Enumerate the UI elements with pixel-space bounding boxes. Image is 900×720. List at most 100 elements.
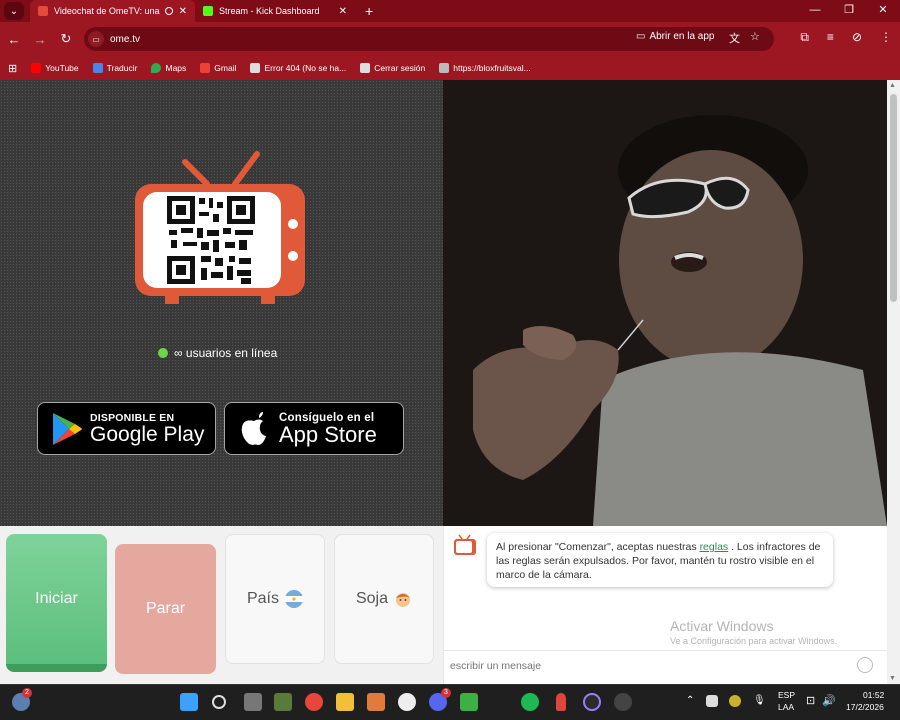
- youtube-icon: [31, 63, 42, 73]
- bookmark-logout[interactable]: Cerrar sesión: [360, 63, 425, 73]
- open-in-app-label: Abrir en la app: [649, 31, 715, 42]
- apps-grid-icon[interactable]: ⊞: [8, 62, 17, 75]
- bookmark-maps[interactable]: Maps: [151, 63, 186, 73]
- tray-app-icon[interactable]: [706, 695, 718, 707]
- country-label: País: [246, 590, 279, 607]
- bookmark-youtube[interactable]: YouTube: [31, 63, 79, 73]
- translate-icon: [92, 63, 103, 73]
- google-play-big: Google Play: [90, 422, 205, 446]
- tab-search-chevron-icon[interactable]: ⌄: [4, 2, 24, 20]
- translate-icon[interactable]: 文: [729, 30, 740, 46]
- site-info-icon[interactable]: ▭: [88, 31, 104, 47]
- clock-time[interactable]: 01:52: [863, 690, 884, 700]
- online-dot-icon: [158, 348, 168, 358]
- open-in-app-button[interactable]: ▭ Abrir en la app: [636, 31, 715, 42]
- restore-icon[interactable]: ❐: [832, 0, 866, 22]
- bookmark-label: https://bloxfruitsval...: [453, 63, 531, 73]
- omnibox-actions: 文 ☆: [729, 30, 760, 46]
- close-window-icon[interactable]: ✕: [866, 0, 900, 22]
- boy-emoji-icon: [396, 593, 411, 607]
- country-filter-button[interactable]: País: [225, 534, 325, 664]
- spotify-icon[interactable]: [521, 693, 539, 711]
- tray-app2-icon[interactable]: [729, 695, 741, 707]
- language-indicator-2[interactable]: LAA: [778, 702, 794, 712]
- search-icon[interactable]: [212, 695, 226, 709]
- close-tab-icon[interactable]: ✕: [179, 6, 187, 17]
- bookmark-star-icon[interactable]: ☆: [750, 30, 760, 46]
- obs-icon[interactable]: [583, 693, 601, 711]
- bookmark-label: YouTube: [45, 63, 79, 73]
- camera-feed: [443, 80, 887, 526]
- profile-icon[interactable]: ⊘: [852, 30, 862, 45]
- tab-kick[interactable]: Stream - Kick Dashboard ✕: [195, 0, 355, 22]
- scrollbar-thumb[interactable]: [890, 94, 897, 302]
- scroll-up-icon[interactable]: ▲: [889, 82, 896, 89]
- chat-controls: Iniciar Parar País Soja: [0, 526, 443, 684]
- tab-title: Stream - Kick Dashboard: [219, 6, 320, 16]
- address-bar[interactable]: ▭ ome.tv ▭ Abrir en la app 文 ☆: [84, 27, 774, 51]
- file-explorer-icon[interactable]: [336, 693, 354, 711]
- page-scrollbar[interactable]: ▲ ▼: [887, 80, 900, 684]
- new-tab-button[interactable]: +: [365, 3, 373, 19]
- chat-panel: Al presionar "Comenzar", aceptas nuestra…: [443, 526, 887, 684]
- scroll-down-icon[interactable]: ▼: [889, 675, 896, 682]
- minimize-icon[interactable]: —: [798, 0, 832, 22]
- online-users-text: ∞ usuarios en línea: [174, 346, 278, 360]
- forward-icon[interactable]: →: [28, 32, 52, 47]
- start-windows-icon[interactable]: [180, 693, 198, 711]
- tray-chevron-icon[interactable]: ⌃: [686, 695, 694, 706]
- tab-ometv[interactable]: Videochat de OmeTV: una a ✕: [30, 0, 195, 22]
- bookmark-label: Gmail: [214, 63, 237, 73]
- stop-label: Parar: [145, 600, 186, 617]
- reload-icon[interactable]: ↻: [54, 31, 78, 47]
- task-view-icon[interactable]: [244, 693, 262, 711]
- minecraft-icon[interactable]: [460, 693, 478, 711]
- url-text[interactable]: ome.tv: [110, 34, 140, 45]
- start-button[interactable]: Iniciar: [6, 534, 107, 672]
- google-play-small: DISPONIBLE EN: [90, 411, 175, 424]
- extensions-icon[interactable]: ⧉: [800, 30, 809, 45]
- ometv-logo-icon: [454, 534, 476, 555]
- volume-icon[interactable]: 🔊: [822, 694, 836, 707]
- ometv-favicon-icon: [38, 6, 48, 16]
- google-play-icon: [53, 412, 82, 445]
- bookmark-label: Cerrar sesión: [374, 63, 426, 73]
- page-content: ∞ usuarios en línea DISPONIBLE EN Google…: [0, 80, 900, 684]
- minecraft-launcher-icon[interactable]: [274, 693, 292, 711]
- tray-mic-icon[interactable]: 🎙: [753, 695, 766, 706]
- stop-button[interactable]: Parar: [115, 544, 216, 674]
- emoji-icon[interactable]: [857, 657, 873, 673]
- ometv-qr-logo: [135, 151, 305, 304]
- back-icon[interactable]: ←: [2, 32, 26, 47]
- app-store-big: App Store: [279, 421, 377, 447]
- microphone-icon[interactable]: [556, 693, 566, 711]
- close-tab-icon[interactable]: ✕: [339, 6, 347, 17]
- bookmark-translate[interactable]: Traducir: [92, 63, 137, 73]
- media-control-icon[interactable]: ≡: [827, 30, 834, 45]
- recording-icon: [164, 7, 173, 15]
- bookmarks-bar: ⊞ YouTube Traducir Maps Gmail Error 404 …: [0, 56, 900, 80]
- app-store-badge[interactable]: Consíguelo en el App Store: [224, 402, 404, 455]
- network-icon[interactable]: ⊡: [806, 694, 815, 707]
- message-composer: [444, 650, 887, 680]
- store-icon[interactable]: [367, 693, 385, 711]
- menu-icon[interactable]: ⋮: [880, 30, 892, 45]
- tab-strip: ⌄ Videochat de OmeTV: una a ✕ Stream - K…: [0, 0, 900, 22]
- clock-app-icon[interactable]: [398, 693, 416, 711]
- chrome-icon[interactable]: [305, 693, 323, 711]
- bookmark-gmail[interactable]: Gmail: [200, 63, 236, 73]
- link-icon: [439, 63, 450, 73]
- message-input[interactable]: [450, 657, 850, 675]
- windows-watermark-sub: Ve a Configuración para activar Windows.: [670, 636, 838, 646]
- stranger-video-placeholder: ∞ usuarios en línea DISPONIBLE EN Google…: [0, 80, 443, 526]
- gender-filter-button[interactable]: Soja: [334, 534, 434, 664]
- google-play-badge[interactable]: DISPONIBLE EN Google Play: [37, 402, 216, 455]
- bookmark-error404[interactable]: Error 404 (No se ha...: [250, 63, 346, 73]
- language-indicator[interactable]: ESP: [778, 690, 795, 700]
- kick-favicon-icon: [203, 6, 213, 16]
- bookmark-bloxfruits[interactable]: https://bloxfruitsval...: [439, 63, 531, 73]
- steam-icon[interactable]: [614, 693, 632, 711]
- rules-link[interactable]: reglas: [700, 541, 729, 553]
- clock-date[interactable]: 17/2/2026: [846, 702, 884, 712]
- browser-toolbar: ← → ↻ ▭ ome.tv ▭ Abrir en la app 文 ☆ ⧉ ≡…: [0, 22, 900, 56]
